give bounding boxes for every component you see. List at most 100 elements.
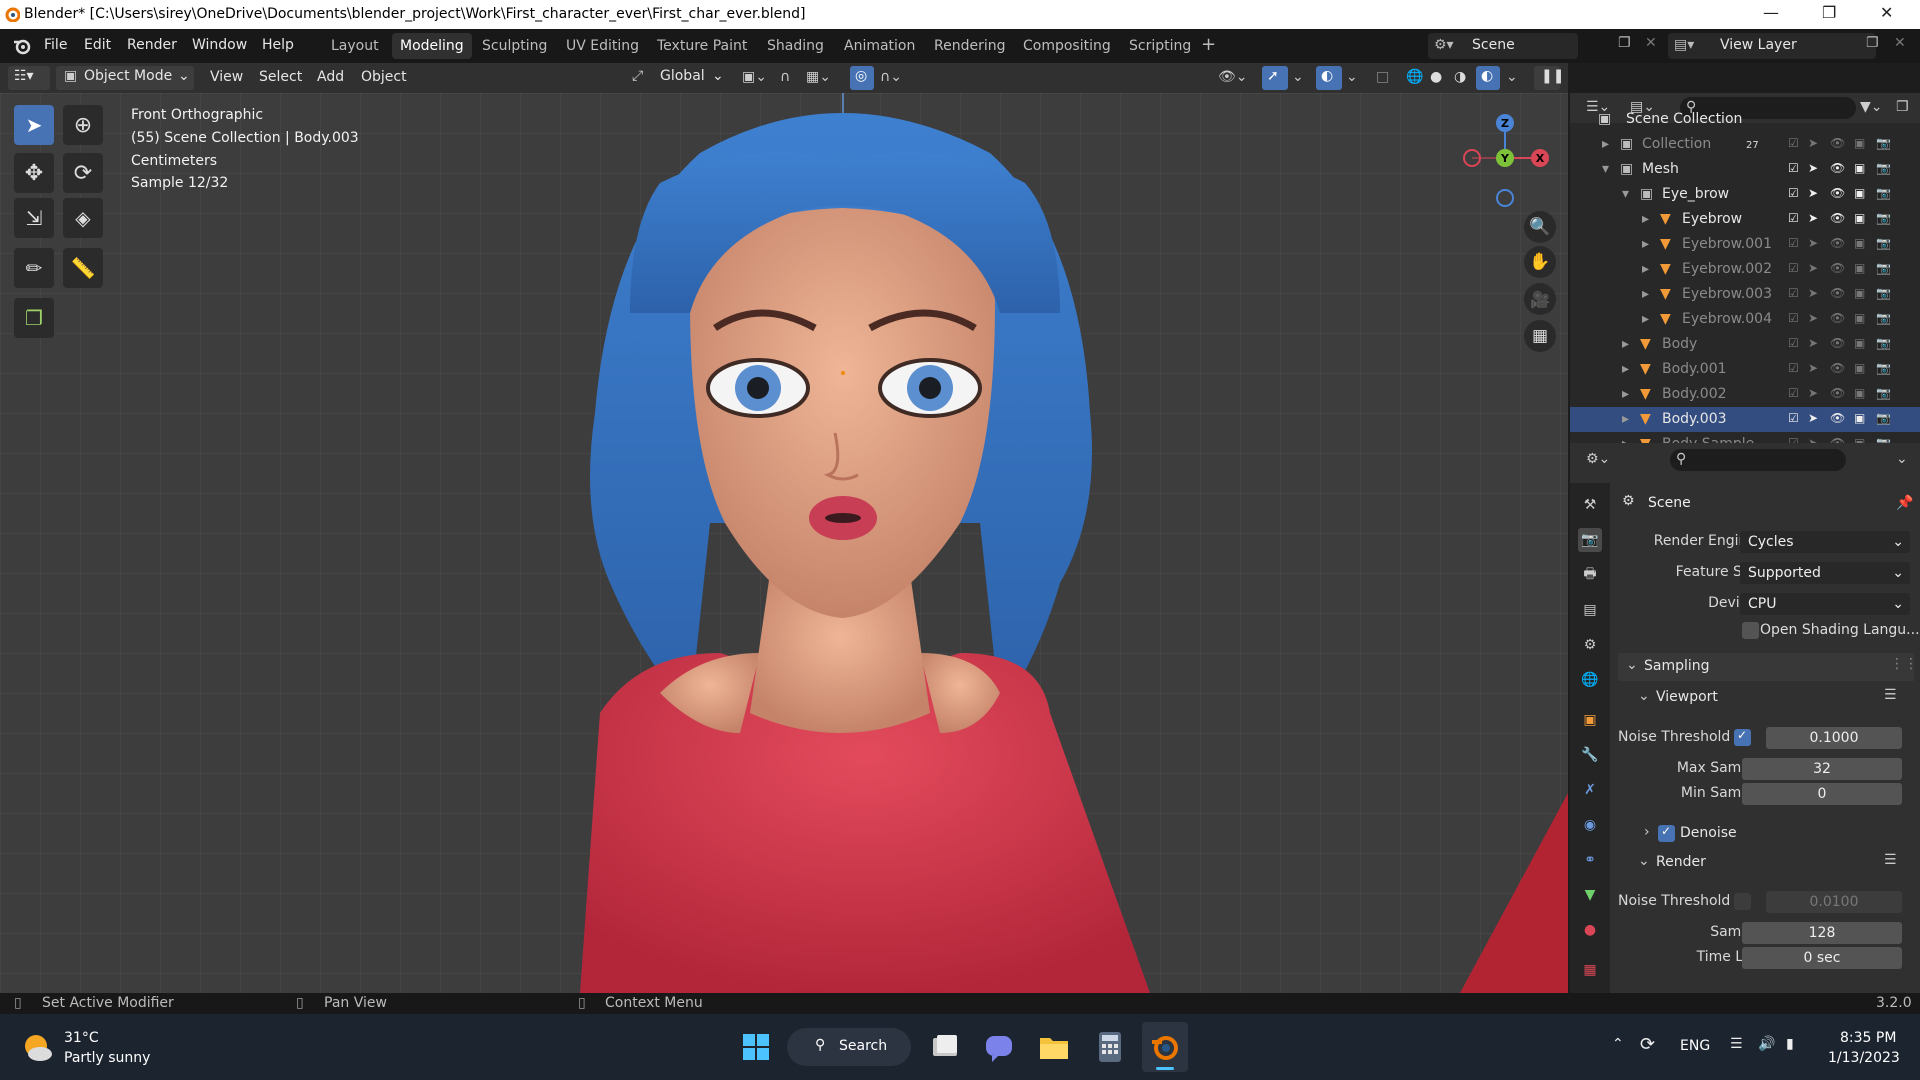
checkbox-icon[interactable]: ☑ bbox=[1788, 236, 1799, 250]
menu-edit[interactable]: Edit bbox=[84, 37, 111, 53]
tab-object[interactable]: ▣ bbox=[1578, 708, 1602, 732]
r-time-field[interactable]: 0 sec bbox=[1742, 947, 1902, 969]
eye-icon[interactable]: 👁 bbox=[1830, 436, 1845, 443]
outliner-item-body-003[interactable]: ▸ ▼ Body.003 ☑ ➤ 👁 ▣ 📷 bbox=[1570, 407, 1920, 432]
blender-taskbar-button[interactable] bbox=[1142, 1022, 1188, 1072]
menu-add[interactable]: Add bbox=[317, 69, 344, 85]
new-view-layer-icon[interactable]: ❐ bbox=[1866, 35, 1879, 51]
select-icon[interactable]: ➤ bbox=[1808, 211, 1818, 225]
vp-min-field[interactable]: 0 bbox=[1742, 783, 1902, 805]
chevron-down-icon[interactable]: ⌄ bbox=[1346, 69, 1358, 85]
weather-widget[interactable] bbox=[20, 1030, 54, 1064]
select-icon[interactable]: ➤ bbox=[1808, 411, 1818, 425]
camera-view-button[interactable]: 🎥 bbox=[1524, 283, 1556, 315]
camera-icon[interactable]: 📷 bbox=[1876, 336, 1891, 350]
device-dropdown[interactable]: CPU ⌄ bbox=[1740, 593, 1910, 615]
tab-rendering[interactable]: Rendering bbox=[926, 33, 1014, 59]
tab-scripting[interactable]: Scripting bbox=[1121, 33, 1199, 59]
tab-world[interactable]: 🌐 bbox=[1578, 668, 1602, 692]
tab-particles[interactable]: ✗ bbox=[1578, 778, 1602, 802]
chevron-down-icon[interactable]: ⌄ bbox=[1292, 69, 1304, 85]
snap-target-icon[interactable]: ▦⌄ bbox=[806, 69, 831, 85]
outliner-item-eyebrow-001[interactable]: ▸ ▼ Eyebrow.001 ☑ ➤ 👁 ▣ 📷 bbox=[1570, 232, 1920, 257]
select-icon[interactable]: ➤ bbox=[1808, 311, 1818, 325]
checkbox-icon[interactable]: ☑ bbox=[1788, 411, 1799, 425]
checkbox-icon[interactable]: ☑ bbox=[1788, 361, 1799, 375]
snap-toggle-icon[interactable]: ∩ bbox=[780, 69, 790, 85]
tool-move[interactable]: ✥ bbox=[14, 153, 54, 193]
camera-icon[interactable]: 📷 bbox=[1876, 311, 1891, 325]
monitor-icon[interactable]: ▣ bbox=[1854, 186, 1865, 200]
chevron-down-icon[interactable]: ⌄ bbox=[1896, 451, 1908, 467]
camera-icon[interactable]: 📷 bbox=[1876, 386, 1891, 400]
monitor-icon[interactable]: ▣ bbox=[1854, 411, 1865, 425]
menu-object[interactable]: Object bbox=[361, 69, 407, 85]
r-samples-field[interactable]: 128 bbox=[1742, 922, 1902, 944]
r-noise-checkbox[interactable] bbox=[1734, 893, 1751, 910]
show-hidden-icons[interactable]: ⌃ bbox=[1612, 1036, 1624, 1052]
camera-icon[interactable]: 📷 bbox=[1876, 161, 1891, 175]
eye-icon[interactable]: 👁 bbox=[1830, 311, 1845, 325]
close-icon[interactable]: ✕ bbox=[1880, 3, 1893, 22]
checkbox-icon[interactable]: ☑ bbox=[1788, 211, 1799, 225]
outliner-item-eye-brow[interactable]: ▾ ▣ Eye_brow ☑ ➤ 👁 ▣ 📷 bbox=[1570, 182, 1920, 207]
checkbox-icon[interactable]: ☑ bbox=[1788, 186, 1799, 200]
expand-toggle-icon[interactable]: ▸ bbox=[1642, 286, 1649, 302]
start-button[interactable] bbox=[742, 1033, 770, 1061]
expand-toggle-icon[interactable]: ▸ bbox=[1642, 311, 1649, 327]
visibility-icon[interactable]: 👁⌄ bbox=[1218, 69, 1248, 85]
clock-time[interactable]: 8:35 PM bbox=[1840, 1030, 1896, 1046]
eye-icon[interactable]: 👁 bbox=[1830, 136, 1845, 150]
outliner-item-body-002[interactable]: ▸ ▼ Body.002 ☑ ➤ 👁 ▣ 📷 bbox=[1570, 382, 1920, 407]
tab-shading[interactable]: Shading bbox=[759, 33, 832, 59]
scene-selector[interactable]: ⚙▾ Scene bbox=[1428, 33, 1578, 59]
render-engine-dropdown[interactable]: Cycles ⌄ bbox=[1740, 531, 1910, 553]
file-explorer-button[interactable] bbox=[1038, 1032, 1070, 1062]
monitor-icon[interactable]: ▣ bbox=[1854, 361, 1865, 375]
vp-max-field[interactable]: 32 bbox=[1742, 758, 1902, 780]
checkbox-icon[interactable]: ☑ bbox=[1788, 136, 1799, 150]
gizmo-toggle[interactable]: ➚ bbox=[1262, 66, 1288, 90]
chevron-down-icon[interactable]: ⌄ bbox=[1506, 69, 1518, 85]
tab-texture-paint[interactable]: Texture Paint bbox=[649, 33, 755, 59]
tab-layout[interactable]: Layout bbox=[323, 33, 387, 59]
menu-file[interactable]: File bbox=[44, 37, 67, 53]
checkbox-icon[interactable]: ☑ bbox=[1788, 161, 1799, 175]
monitor-icon[interactable]: ▣ bbox=[1854, 311, 1865, 325]
proportional-editing-toggle[interactable]: ◎ bbox=[850, 66, 874, 90]
eye-icon[interactable]: 👁 bbox=[1830, 411, 1845, 425]
remove-view-layer-icon[interactable]: ✕ bbox=[1894, 35, 1906, 51]
camera-icon[interactable]: 📷 bbox=[1876, 211, 1891, 225]
eye-icon[interactable]: 👁 bbox=[1830, 336, 1845, 350]
render-subpanel-header[interactable]: ⌄ Render ☰ bbox=[1630, 850, 1914, 876]
tab-modifiers[interactable]: 🔧 bbox=[1578, 743, 1602, 767]
outliner-item-eyebrow[interactable]: ▸ ▼ Eyebrow ☑ ➤ 👁 ▣ 📷 bbox=[1570, 207, 1920, 232]
denoise-checkbox[interactable]: ✓ bbox=[1658, 824, 1675, 842]
checkbox-icon[interactable]: ☑ bbox=[1788, 336, 1799, 350]
monitor-icon[interactable]: ▣ bbox=[1854, 286, 1865, 300]
editor-type-button[interactable]: ☷▾ bbox=[8, 66, 50, 90]
material-shading-icon[interactable]: ◑ bbox=[1454, 69, 1466, 85]
vp-noise-checkbox[interactable]: ✓ bbox=[1734, 728, 1751, 746]
select-icon[interactable]: ➤ bbox=[1808, 386, 1818, 400]
tab-texture[interactable]: ▦ bbox=[1578, 958, 1602, 982]
sampling-panel-header[interactable]: ⌄ Sampling ⋮⋮ bbox=[1618, 653, 1918, 681]
expand-toggle-icon[interactable]: ▸ bbox=[1622, 361, 1629, 377]
eye-icon[interactable]: 👁 bbox=[1830, 161, 1845, 175]
pivot-point-icon[interactable]: ▣⌄ bbox=[742, 69, 767, 85]
gizmo-neg-z-axis[interactable] bbox=[1496, 189, 1514, 207]
checkbox-icon[interactable]: ☑ bbox=[1788, 386, 1799, 400]
tool-scale[interactable]: ⇲ bbox=[14, 198, 54, 238]
outliner-item-eyebrow-003[interactable]: ▸ ▼ Eyebrow.003 ☑ ➤ 👁 ▣ 📷 bbox=[1570, 282, 1920, 307]
outliner-item-body-001[interactable]: ▸ ▼ Body.001 ☑ ➤ 👁 ▣ 📷 bbox=[1570, 357, 1920, 382]
camera-icon[interactable]: 📷 bbox=[1876, 236, 1891, 250]
outliner-item-eyebrow-004[interactable]: ▸ ▼ Eyebrow.004 ☑ ➤ 👁 ▣ 📷 bbox=[1570, 307, 1920, 332]
tool-measure[interactable]: 📏 bbox=[63, 248, 103, 288]
select-icon[interactable]: ➤ bbox=[1808, 186, 1818, 200]
select-icon[interactable]: ➤ bbox=[1808, 236, 1818, 250]
expand-toggle-icon[interactable]: ▸ bbox=[1622, 336, 1629, 352]
checkbox-icon[interactable]: ☑ bbox=[1788, 311, 1799, 325]
minimize-icon[interactable]: — bbox=[1763, 3, 1779, 22]
camera-icon[interactable]: 📷 bbox=[1876, 361, 1891, 375]
blender-menu-icon[interactable] bbox=[12, 36, 32, 56]
